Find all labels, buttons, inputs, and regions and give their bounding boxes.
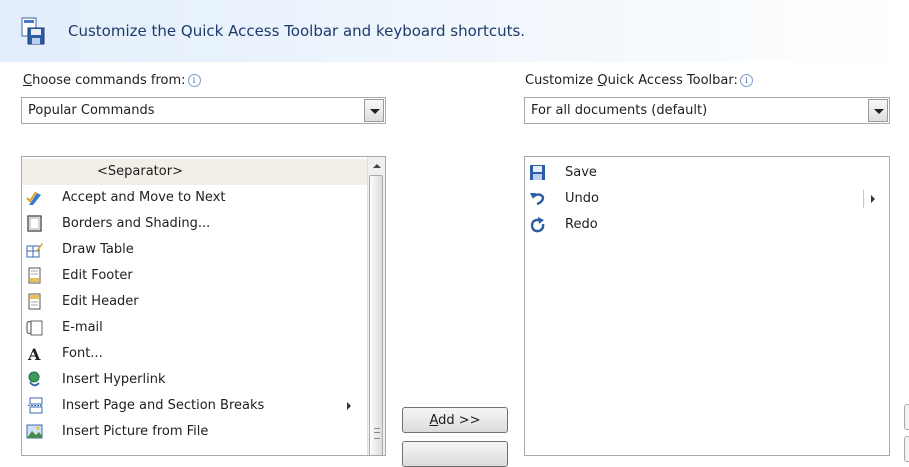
svg-text:A: A [27, 345, 41, 362]
info-icon[interactable]: i [739, 74, 753, 87]
chevron-down-icon[interactable] [364, 99, 384, 122]
list-item-label: Save [565, 165, 597, 180]
choose-commands-value: Popular Commands [28, 103, 155, 118]
borders-icon [27, 215, 42, 232]
dialog-header-banner: Customize the Quick Access Toolbar and k… [0, 0, 909, 62]
move-up-button[interactable] [904, 404, 909, 430]
move-down-button[interactable] [904, 436, 909, 462]
picture-icon [26, 424, 43, 439]
list-item[interactable]: Accept and Move to Next [22, 185, 385, 211]
list-item[interactable]: Insert Picture from File [22, 419, 385, 445]
customize-toolbar-dropdown[interactable]: For all documents (default) [524, 97, 890, 124]
list-item[interactable]: Edit Footer [22, 263, 385, 289]
list-item-label: <Separator> [97, 164, 183, 179]
email-icon [26, 320, 43, 336]
undo-arrow-icon [530, 193, 545, 206]
list-item-label: Font... [62, 346, 103, 361]
list-item[interactable]: Draw Table [22, 237, 385, 263]
submenu-arrow-icon [347, 402, 351, 410]
list-item-label: Accept and Move to Next [62, 190, 226, 205]
page-break-icon [28, 397, 43, 414]
scroll-grip-icon [374, 428, 380, 439]
save-disk-icon [530, 165, 545, 180]
hyperlink-globe-icon [28, 371, 40, 387]
choose-commands-dropdown[interactable]: Popular Commands [21, 97, 386, 124]
footer-icon [28, 267, 41, 284]
separator-line [863, 190, 864, 208]
list-item-label: Redo [565, 217, 598, 232]
scroll-up-arrow-icon[interactable] [368, 157, 385, 174]
page-title: Customize the Quick Access Toolbar and k… [68, 22, 526, 40]
list-item[interactable]: Save [525, 160, 889, 186]
commands-scrollbar[interactable] [367, 157, 385, 455]
list-item[interactable]: Edit Header [22, 289, 385, 315]
list-item[interactable]: Insert Hyperlink [22, 367, 385, 393]
list-item-label: Edit Header [62, 294, 139, 309]
choose-commands-label: Choose commands from: i [23, 73, 201, 88]
list-item-label: Insert Hyperlink [62, 372, 166, 387]
list-item-label: Insert Picture from File [62, 424, 209, 439]
list-item[interactable]: Insert Page and Section Breaks [22, 393, 385, 419]
list-item-separator[interactable]: <Separator> [22, 159, 385, 185]
customize-toolbar-value: For all documents (default) [531, 103, 708, 118]
font-icon: A [27, 345, 41, 362]
list-item[interactable]: A Font... [22, 341, 385, 367]
list-item-label: Undo [565, 191, 599, 206]
add-button[interactable]: Add >> [402, 407, 508, 433]
commands-list[interactable]: <Separator> Accept and Move to Next Bord… [21, 156, 386, 456]
list-item-label: Insert Page and Section Breaks [62, 398, 265, 413]
remove-button[interactable] [402, 441, 508, 467]
list-item-label: Draw Table [62, 242, 134, 257]
submenu-arrow-icon [871, 195, 875, 203]
scrollbar-thumb[interactable] [369, 175, 383, 455]
list-item-label: E-mail [62, 320, 103, 335]
accept-check-icon [26, 191, 41, 205]
quick-access-toolbar-list[interactable]: Save Undo Redo [524, 156, 890, 456]
list-item-label: Borders and Shading... [62, 216, 211, 231]
quick-access-toolbar-icon [21, 17, 45, 45]
customize-toolbar-label: Customize Quick Access Toolbar: i [525, 73, 753, 88]
header-icon [28, 293, 41, 310]
list-item[interactable]: E-mail [22, 315, 385, 341]
list-item[interactable]: Redo [525, 212, 889, 238]
list-item[interactable]: Undo [525, 186, 889, 212]
info-icon[interactable]: i [187, 74, 201, 87]
draw-table-icon [26, 243, 43, 258]
list-item[interactable]: Borders and Shading... [22, 211, 385, 237]
chevron-down-icon[interactable] [868, 99, 888, 122]
redo-arrow-icon [530, 217, 545, 233]
add-button-label: Add >> [429, 413, 481, 428]
list-item-label: Edit Footer [62, 268, 133, 283]
